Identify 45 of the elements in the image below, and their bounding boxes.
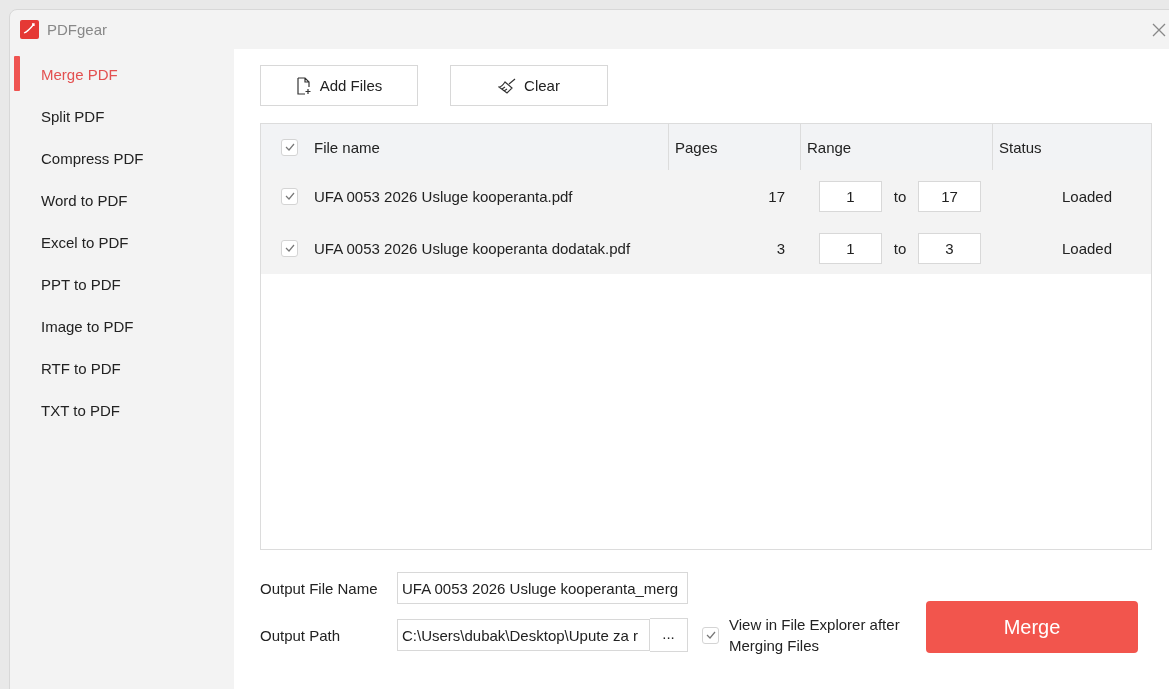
column-header: Pages — [675, 138, 718, 156]
check-mark-icon — [284, 192, 295, 200]
field-label: Output File Name — [260, 579, 379, 597]
file-name-field[interactable]: UFA 0053 2026 Usluge kooperanta_merg — [397, 572, 688, 604]
sidebar-item[interactable]: Split PDF — [41, 107, 105, 125]
sidebar-item[interactable]: Excel to PDF — [41, 233, 129, 251]
checkbox[interactable] — [281, 239, 298, 257]
checkbox[interactable] — [281, 138, 298, 156]
range-start-field[interactable]: 1 — [819, 232, 882, 264]
check-mark-icon — [705, 631, 716, 639]
column-header: File name — [314, 138, 380, 156]
file-name: UFA 0053 2026 Usluge kooperanta dodatak.pdf — [314, 239, 631, 257]
status-text: Loaded — [1061, 239, 1113, 257]
checkbox-label: View in File Explorer after Merging Files — [729, 615, 901, 656]
file-name: UFA 0053 2026 Usluge kooperanta.pdf — [314, 187, 573, 205]
sidebar-item[interactable]: PPT to PDF — [41, 275, 121, 293]
close-icon[interactable] — [1152, 22, 1166, 37]
range-start-field[interactable]: 1 — [819, 180, 882, 212]
browse-button[interactable]: ... — [650, 618, 688, 652]
path-field[interactable]: C:\Users\dubak\Desktop\Upute za r — [397, 619, 650, 651]
add-files-button[interactable]: Add Files — [260, 65, 418, 106]
sidebar-item[interactable]: Image to PDF — [41, 317, 134, 335]
add-file-icon — [295, 76, 312, 95]
check-mark-icon — [284, 143, 295, 151]
checkbox[interactable] — [702, 626, 719, 644]
status-text: Loaded — [1061, 187, 1113, 205]
column-header: Range — [807, 138, 852, 156]
range-end-field[interactable]: 17 — [918, 180, 981, 212]
range-separator: to — [892, 239, 908, 257]
sidebar-item[interactable]: Word to PDF — [41, 191, 128, 209]
page-count: 17 — [768, 187, 785, 205]
sidebar-item[interactable]: TXT to PDF — [41, 401, 120, 419]
page-count: 3 — [776, 239, 785, 257]
range-separator: to — [892, 187, 908, 205]
clear-button[interactable]: Clear — [450, 65, 608, 106]
range-end-field[interactable]: 3 — [918, 232, 981, 264]
field-label: Output Path — [260, 626, 342, 644]
column-header: Status — [999, 138, 1042, 156]
sidebar-item[interactable]: Compress PDF — [41, 149, 144, 167]
check-mark-icon — [284, 244, 295, 252]
app-logo-icon — [20, 20, 39, 39]
sidebar-item[interactable]: RTF to PDF — [41, 359, 121, 377]
checkbox[interactable] — [281, 187, 298, 205]
window-title: PDFgear — [47, 21, 108, 38]
broom-icon — [498, 77, 517, 94]
